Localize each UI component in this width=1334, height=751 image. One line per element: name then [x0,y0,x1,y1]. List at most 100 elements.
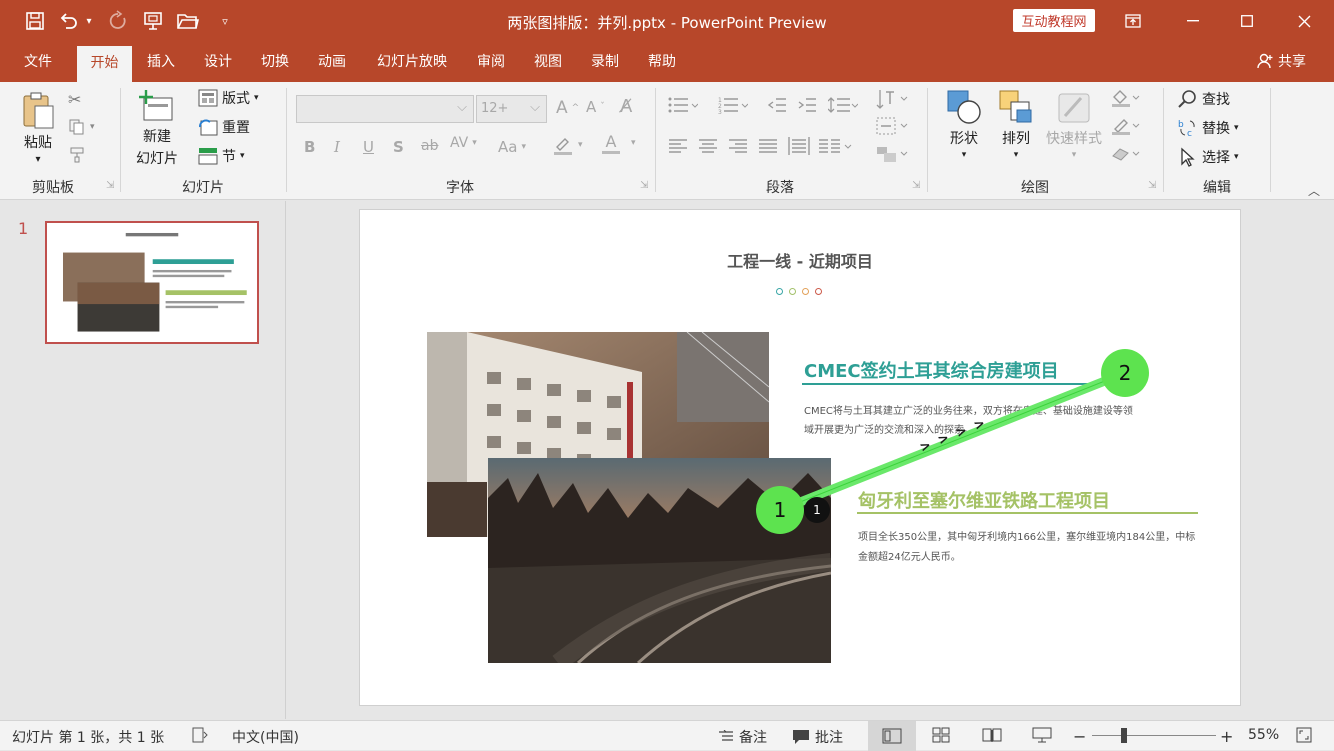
editing-group-label: 编辑 [1203,180,1231,196]
motion-path-overlay [775,368,1130,515]
accessibility-icon[interactable] [192,727,210,743]
customize-toolbar-icon[interactable]: ▿ [212,8,238,34]
line-spacing-icon[interactable] [828,96,858,114]
arrange-label: 排列 [1002,131,1030,147]
close-icon[interactable] [1281,6,1327,36]
char-spacing-icon[interactable]: AV ▾ [450,135,477,151]
tab-review[interactable]: 审阅 [468,42,514,82]
slide-canvas[interactable]: 工程一线 - 近期项目 CMEC签约土耳其综合房建项目 CMEC将与土耳其建立广… [360,210,1240,705]
tab-file[interactable]: 文件 [14,42,62,82]
maximize-icon[interactable] [1224,6,1270,36]
text-direction-icon[interactable] [876,88,908,110]
font-size-value: 12+ [481,101,509,116]
numbering-icon[interactable]: 123 [718,96,748,114]
increase-indent-icon[interactable] [798,96,816,114]
shapes-button[interactable]: 形状 ▾ [942,88,986,160]
font-color-icon[interactable]: A [602,132,620,154]
justify-icon[interactable] [758,138,778,154]
notes-button[interactable]: 备注 [718,727,767,747]
find-label: 查找 [1202,92,1230,108]
tab-transitions[interactable]: 切换 [252,42,298,82]
change-case-icon[interactable]: Aa ▾ [498,138,526,156]
ribbon-display-icon[interactable] [1110,6,1156,36]
zoom-in-button[interactable]: + [1220,727,1233,746]
bold-icon[interactable]: B [304,138,315,156]
paste-button[interactable]: 粘贴 ▾ [18,90,58,165]
highlight-icon[interactable]: ▾ [552,134,583,156]
slide-sorter-button[interactable] [932,727,950,743]
collapse-ribbon-icon[interactable]: ︿ [1308,182,1320,199]
language-status[interactable]: 中文(中国) [232,727,299,747]
strikethrough-icon[interactable]: ab [421,138,438,154]
clipboard-launcher-icon[interactable]: ⇲ [106,180,114,191]
path-end-marker[interactable]: 2 [1101,349,1149,397]
distributed-icon[interactable] [788,136,810,156]
align-center-icon[interactable] [698,138,718,154]
paragraph-launcher-icon[interactable]: ⇲ [912,180,920,191]
redo-icon[interactable] [105,8,131,34]
slide-thumbnail[interactable] [45,221,259,344]
undo-icon[interactable] [56,8,82,34]
shape-outline-icon[interactable] [1110,116,1140,136]
replace-button[interactable]: bc 替换 ▾ [1178,118,1239,138]
animation-order-tag[interactable]: 1 [804,497,830,523]
zoom-slider-thumb[interactable] [1121,728,1127,743]
tab-view[interactable]: 视图 [525,42,571,82]
section-button[interactable]: 节 ▾ [198,146,245,166]
new-slide-button[interactable]: 新建 幻灯片 [130,90,184,168]
reset-button[interactable]: 重置 [198,117,250,137]
zoom-slider[interactable] [1092,735,1216,736]
tab-home[interactable]: 开始 [77,46,132,82]
font-name-box[interactable]: ⌵ [296,95,474,123]
shadow-icon[interactable]: S [393,138,404,156]
tab-help[interactable]: 帮助 [639,42,685,82]
present-icon[interactable] [140,8,166,34]
arrange-button[interactable]: 排列 ▾ [996,88,1036,160]
reading-view-button[interactable] [982,727,1002,743]
share-button[interactable]: 共享 [1256,42,1306,82]
save-icon[interactable] [22,8,48,34]
decrease-indent-icon[interactable] [768,96,786,114]
tab-design[interactable]: 设计 [195,42,241,82]
zoom-out-button[interactable]: − [1073,727,1086,746]
align-text-icon[interactable] [876,116,908,136]
font-size-box[interactable]: 12+ ⌵ [476,95,547,123]
fit-to-window-button[interactable] [1296,727,1312,743]
italic-icon[interactable]: I [334,138,340,156]
layout-button[interactable]: 版式 ▾ [198,88,259,108]
cut-icon[interactable]: ✂ [68,90,81,109]
minimize-icon[interactable] [1170,6,1216,36]
quick-styles-button[interactable]: 快速样式 ▾ [1042,88,1106,160]
open-folder-icon[interactable] [175,8,201,34]
underline-icon[interactable]: U [363,138,374,156]
font-launcher-icon[interactable]: ⇲ [640,180,648,191]
format-painter-icon[interactable] [68,146,86,164]
path-start-marker[interactable]: 1 [756,486,804,534]
find-button[interactable]: 查找 [1178,89,1230,109]
comments-button[interactable]: 批注 [792,727,843,747]
shape-effects-icon[interactable] [1110,144,1140,164]
undo-dropdown-icon[interactable]: ▾ [82,8,96,34]
smartart-icon[interactable] [876,144,908,164]
select-button[interactable]: 选择 ▾ [1178,147,1239,167]
tab-animations[interactable]: 动画 [309,42,355,82]
copy-icon[interactable]: ▾ [68,118,95,136]
brand-badge[interactable]: 互动教程网 [1013,9,1095,32]
shape-fill-icon[interactable] [1110,88,1140,108]
bullets-icon[interactable] [668,96,698,114]
shrink-font-icon[interactable]: Aˇ [586,98,605,116]
normal-view-button[interactable] [868,721,916,751]
zoom-level[interactable]: 55% [1248,727,1279,743]
columns-icon[interactable] [818,138,852,154]
notes-icon [719,730,733,741]
font-color-dropdown-icon[interactable]: ▾ [631,138,636,148]
align-right-icon[interactable] [728,138,748,154]
tab-record[interactable]: 录制 [582,42,628,82]
tab-insert[interactable]: 插入 [138,42,184,82]
tab-slideshow[interactable]: 幻灯片放映 [366,42,458,82]
align-left-icon[interactable] [668,138,688,154]
drawing-launcher-icon[interactable]: ⇲ [1148,180,1156,191]
clear-format-icon[interactable]: A̸ [620,96,632,117]
slideshow-button[interactable] [1032,727,1052,743]
grow-font-icon[interactable]: A ^ [556,98,579,118]
